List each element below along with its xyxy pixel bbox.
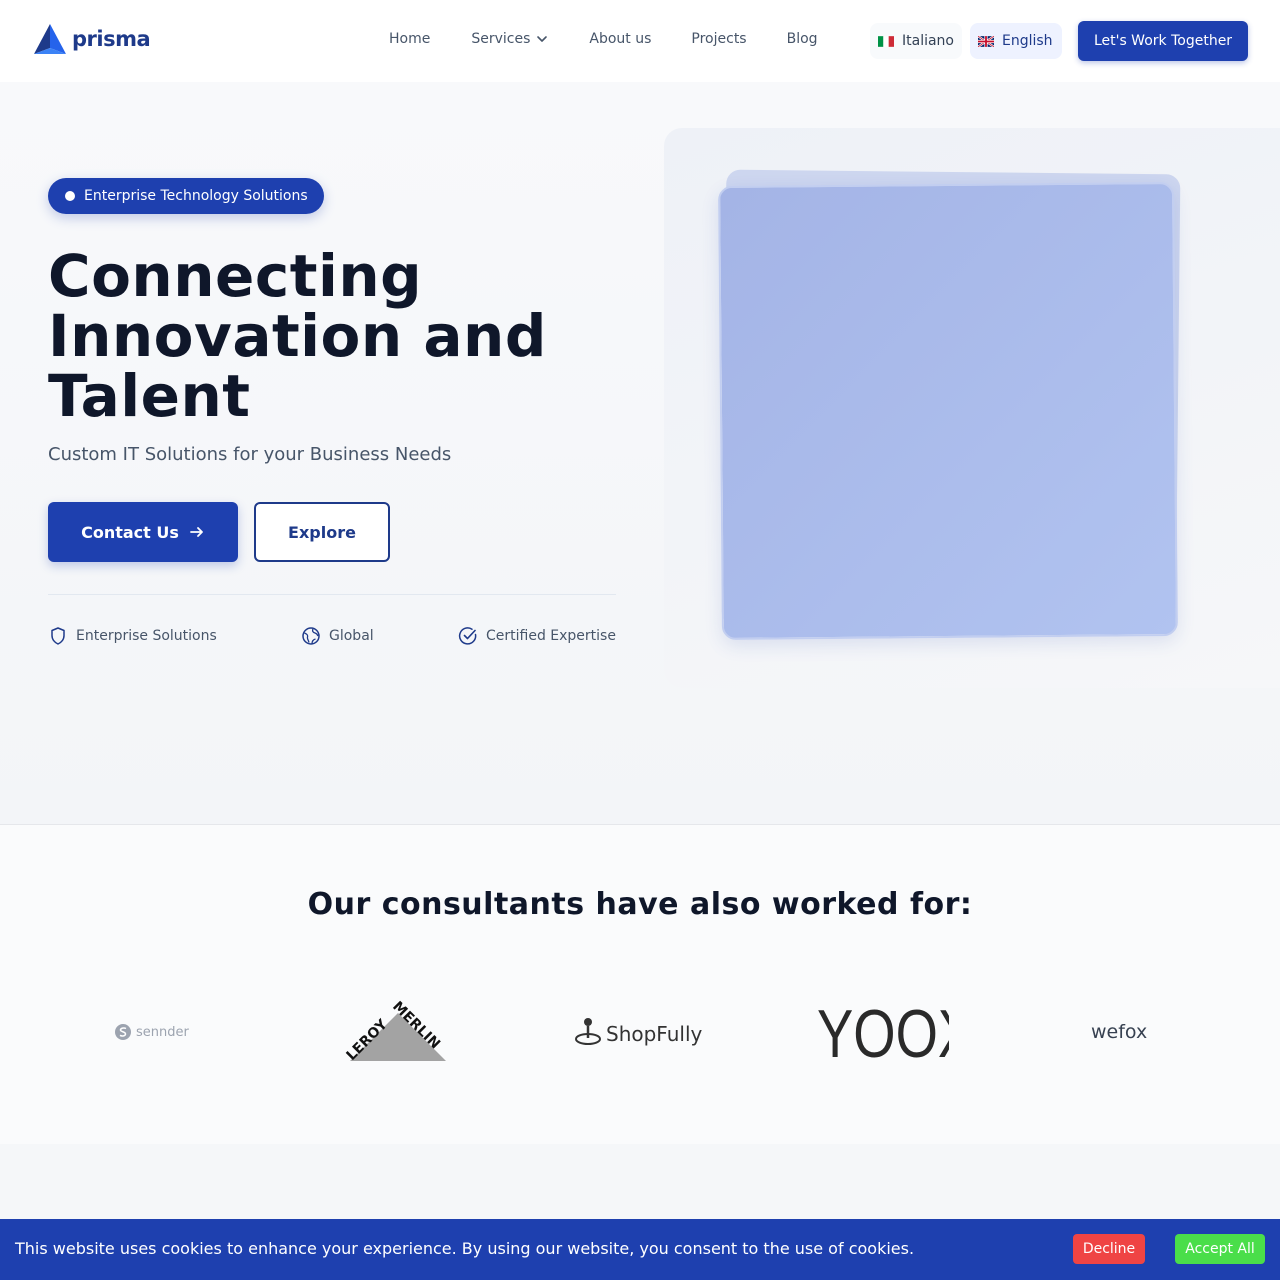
cookie-consent-bar: This website uses cookies to enhance you… <box>0 1219 1280 1280</box>
client-logo-leroy-merlin: LEROY MERLIN <box>275 977 518 1087</box>
globe-icon <box>302 627 320 645</box>
main-nav: Home Services About us Projects Blog <box>389 31 818 47</box>
decline-cookies-button[interactable]: Decline <box>1073 1234 1145 1264</box>
yoox-logo: YOOX <box>817 999 949 1065</box>
lang-italiano-label: Italiano <box>902 33 954 49</box>
cookie-message: This website uses cookies to enhance you… <box>15 1239 915 1258</box>
next-section-background <box>0 1144 1280 1224</box>
arrow-right-icon <box>189 527 203 537</box>
feature-certified: Certified Expertise <box>458 626 616 646</box>
feature-global-label: Global <box>329 628 374 644</box>
headline-line-3: Talent <box>48 362 251 430</box>
client-logo-shopfully: ShopFully <box>518 977 761 1087</box>
site-header: prisma Home Services About us Projects B… <box>0 0 1280 82</box>
badge-dot-icon <box>65 191 75 201</box>
hero-badge: Enterprise Technology Solutions <box>48 178 324 214</box>
italy-flag-icon <box>878 35 894 47</box>
client-logo-yoox: YOOX <box>762 977 1005 1087</box>
headline-line-2: Innovation and <box>48 302 547 370</box>
clients-section: Our consultants have also worked for: se… <box>0 824 1280 1144</box>
headline-line-1: Connecting <box>48 242 423 310</box>
svg-text:YOOX: YOOX <box>817 999 949 1065</box>
client-logo-wefox: wefox <box>1005 977 1248 1087</box>
svg-text:ShopFully: ShopFully <box>606 1022 703 1046</box>
nav-projects[interactable]: Projects <box>691 31 746 47</box>
explore-button[interactable]: Explore <box>254 502 390 562</box>
logo[interactable]: prisma <box>32 22 151 56</box>
chevron-down-icon <box>537 36 548 42</box>
accept-all-cookies-button[interactable]: Accept All <box>1175 1234 1265 1264</box>
lang-english-button[interactable]: English <box>970 23 1062 59</box>
client-logo-sennder: sennder <box>32 977 275 1087</box>
hero-divider <box>48 594 616 595</box>
feature-enterprise: Enterprise Solutions <box>48 626 217 646</box>
hero-section: Enterprise Technology Solutions Connecti… <box>0 82 1280 824</box>
lets-work-together-button[interactable]: Let's Work Together <box>1078 21 1248 61</box>
hero-headline: Connecting Innovation and Talent <box>48 246 648 426</box>
svg-text:wefox: wefox <box>1091 1021 1147 1043</box>
clients-title: Our consultants have also worked for: <box>307 887 973 922</box>
shopfully-logo: ShopFully <box>575 1018 703 1046</box>
logo-text: prisma <box>72 27 151 51</box>
sennder-logo: sennder <box>114 1024 189 1040</box>
nav-about[interactable]: About us <box>589 31 651 47</box>
uk-flag-icon <box>978 35 994 47</box>
client-logo-row: sennder LEROY MERLIN ShopFully YOOX <box>32 977 1248 1087</box>
hero-visual-card <box>718 182 1178 640</box>
nav-home[interactable]: Home <box>389 31 430 47</box>
contact-us-button[interactable]: Contact Us <box>48 502 238 562</box>
wefox-logo: wefox <box>1091 1021 1147 1043</box>
leroy-merlin-logo: LEROY MERLIN <box>343 999 446 1064</box>
shield-icon <box>51 627 65 645</box>
prisma-logo-icon <box>34 24 66 54</box>
lang-english-label: English <box>1002 33 1053 49</box>
contact-us-label: Contact Us <box>81 522 179 542</box>
svg-text:sennder: sennder <box>136 1025 189 1040</box>
feature-enterprise-label: Enterprise Solutions <box>76 628 217 644</box>
check-circle-icon <box>458 627 477 645</box>
lang-italiano-button[interactable]: Italiano <box>870 23 962 59</box>
feature-global: Global <box>301 626 374 646</box>
feature-certified-label: Certified Expertise <box>486 628 616 644</box>
nav-blog[interactable]: Blog <box>787 31 818 47</box>
hero-badge-label: Enterprise Technology Solutions <box>84 188 308 204</box>
nav-services[interactable]: Services <box>471 31 548 47</box>
hero-subheadline: Custom IT Solutions for your Business Ne… <box>48 444 452 465</box>
nav-services-label: Services <box>471 31 531 47</box>
